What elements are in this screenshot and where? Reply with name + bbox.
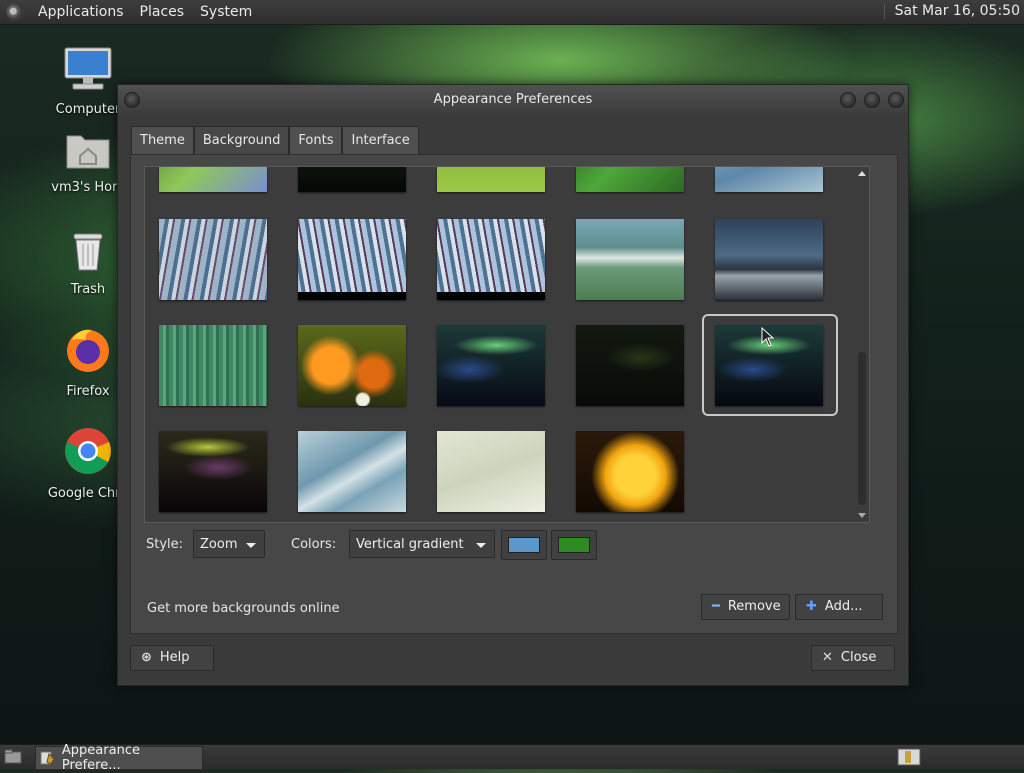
taskbar-window-label: Appearance Prefere... <box>61 743 140 773</box>
gallery-scrollbar[interactable] <box>855 167 869 522</box>
main-menu-logo-icon[interactable] <box>6 3 24 21</box>
wallpaper-thumbnail[interactable] <box>715 219 823 300</box>
chevron-down-icon <box>246 543 256 548</box>
wallpaper-thumbnail[interactable] <box>576 431 684 512</box>
menu-applications[interactable]: Applications <box>30 4 132 20</box>
plus-icon: ✚ <box>806 599 817 614</box>
notification-area-icon[interactable] <box>897 748 921 766</box>
wallpaper-thumbnail[interactable] <box>437 219 545 300</box>
tab-bar: Theme Background Fonts Interface <box>131 126 419 155</box>
mouse-pointer-icon <box>761 327 775 347</box>
close-window-icon[interactable] <box>888 92 904 108</box>
tab-interface[interactable]: Interface <box>342 126 419 155</box>
wallpaper-thumbnail[interactable] <box>576 167 684 192</box>
add-button[interactable]: ✚ Add... <box>795 594 883 620</box>
wallpaper-thumbnail[interactable] <box>437 431 545 512</box>
remove-button[interactable]: ━ Remove <box>701 594 790 620</box>
appearance-app-icon <box>40 751 55 765</box>
tab-fonts[interactable]: Fonts <box>289 126 343 155</box>
background-tab-panel: Style: Zoom Colors: Vertical gradient Ge… <box>130 154 898 634</box>
secondary-color-button[interactable] <box>551 530 597 560</box>
top-panel: Applications Places System Sat Mar 16, 0… <box>0 0 1024 25</box>
scroll-up-icon[interactable] <box>858 171 866 176</box>
maximize-icon[interactable] <box>864 92 880 108</box>
appearance-preferences-window: Appearance Preferences Theme Background … <box>117 84 909 686</box>
help-lifebuoy-icon: ⊛ <box>141 650 152 665</box>
wallpaper-thumbnail[interactable] <box>298 431 406 512</box>
wallpaper-thumbnail[interactable] <box>159 325 267 406</box>
wallpaper-thumbnail[interactable] <box>437 167 545 192</box>
scroll-down-icon[interactable] <box>858 513 866 518</box>
window-titlebar[interactable]: Appearance Preferences <box>118 85 908 115</box>
primary-color-swatch <box>508 537 540 553</box>
remove-button-label: Remove <box>727 599 781 614</box>
tab-background[interactable]: Background <box>193 126 290 155</box>
wallpaper-thumbnail[interactable] <box>576 325 684 406</box>
tab-theme[interactable]: Theme <box>131 126 194 155</box>
menu-system[interactable]: System <box>192 4 260 20</box>
primary-color-button[interactable] <box>501 530 547 560</box>
wallpaper-thumbnail[interactable] <box>159 431 267 512</box>
style-value: Zoom <box>200 537 238 552</box>
style-dropdown[interactable]: Zoom <box>193 530 265 558</box>
colors-value: Vertical gradient <box>356 537 464 552</box>
clock[interactable]: Sat Mar 16, 05:50 <box>883 3 1020 19</box>
wallpaper-thumbnail[interactable] <box>159 219 267 300</box>
window-menu-icon[interactable] <box>124 92 140 108</box>
close-button-label: Close <box>840 650 877 665</box>
close-button[interactable]: ✕ Close <box>811 645 895 671</box>
wallpaper-thumbnail[interactable] <box>159 167 267 192</box>
wallpaper-gallery[interactable] <box>144 166 870 523</box>
wallpaper-thumbnail[interactable] <box>298 325 406 406</box>
colors-label: Colors: <box>291 537 337 552</box>
window-title: Appearance Preferences <box>433 92 593 107</box>
minus-icon: ━ <box>712 599 720 614</box>
add-button-label: Add... <box>824 599 863 614</box>
colors-dropdown[interactable]: Vertical gradient <box>349 530 495 558</box>
scrollbar-thumb[interactable] <box>858 352 866 505</box>
get-more-backgrounds-link[interactable]: Get more backgrounds online <box>147 601 340 616</box>
chevron-down-icon <box>476 543 486 548</box>
help-button-label: Help <box>159 650 190 665</box>
wallpaper-thumbnail[interactable] <box>298 219 406 300</box>
show-desktop-icon[interactable] <box>4 749 22 765</box>
taskbar-window-button[interactable]: Appearance Prefere... <box>35 743 203 773</box>
wallpaper-thumbnail[interactable] <box>298 167 406 192</box>
menu-places[interactable]: Places <box>132 4 193 20</box>
minimize-icon[interactable] <box>840 92 856 108</box>
wallpaper-thumbnail[interactable] <box>576 219 684 300</box>
bottom-panel: Appearance Prefere... <box>0 743 1024 773</box>
wallpaper-thumbnail[interactable] <box>715 167 823 192</box>
style-label: Style: <box>146 537 184 552</box>
wallpaper-thumbnail[interactable] <box>437 325 545 406</box>
close-icon: ✕ <box>822 650 833 665</box>
help-button[interactable]: ⊛ Help <box>130 645 214 671</box>
secondary-color-swatch <box>558 537 590 553</box>
